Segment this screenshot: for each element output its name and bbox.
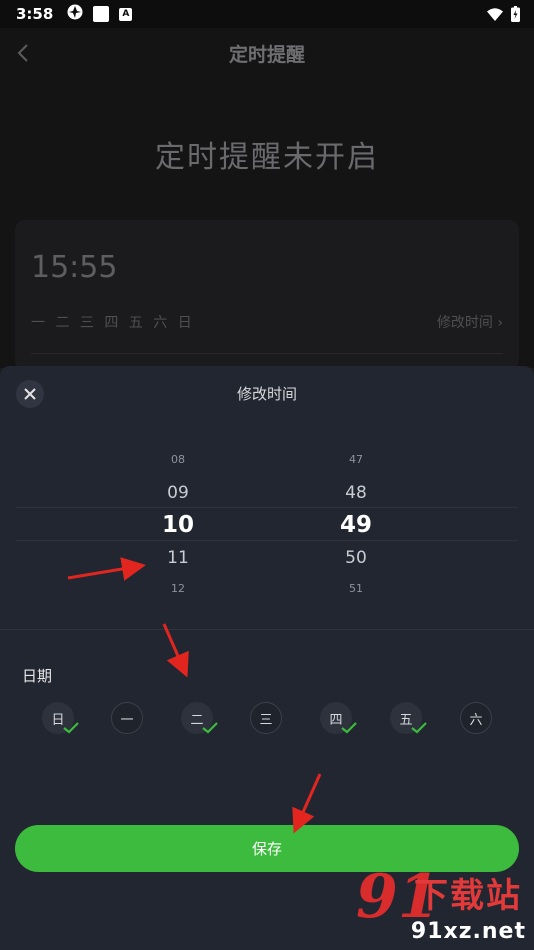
day-toggle-mon[interactable]: 一 <box>111 702 143 734</box>
nav-bar: 定时提醒 <box>0 28 534 78</box>
day-label: 三 <box>259 712 273 728</box>
card-divider <box>31 353 503 354</box>
status-time: 3:58 <box>16 5 54 23</box>
minute-option[interactable]: 48 <box>316 483 396 503</box>
check-icon <box>202 722 218 734</box>
hour-wheel[interactable]: 08 09 10 11 12 <box>138 446 218 596</box>
background-page: 定时提醒 定时提醒未开启 15:55 一 二 三 四 五 六 日 修改时间 › <box>0 28 534 370</box>
wifi-icon <box>487 7 503 25</box>
notification-a-icon: A <box>119 7 133 21</box>
minute-option[interactable]: 47 <box>316 453 396 466</box>
day-label: 一 <box>120 712 134 728</box>
minute-option[interactable]: 51 <box>316 582 396 595</box>
page-title: 定时提醒 <box>228 44 305 66</box>
reminder-days: 一 二 三 四 五 六 日 <box>31 315 195 331</box>
watermark-domain: 91xz.net <box>410 919 526 944</box>
minute-wheel[interactable]: 47 48 49 50 51 <box>316 446 396 596</box>
day-toggle-wed[interactable]: 三 <box>250 702 282 734</box>
day-toggle-tue[interactable]: 二 <box>181 702 218 734</box>
watermark-logo: 91 下载站 91xz.net <box>356 860 526 944</box>
status-bar: 3:58 A <box>0 0 534 28</box>
modify-time-link[interactable]: 修改时间 › <box>437 312 503 332</box>
check-icon <box>63 722 79 734</box>
notification-square-icon <box>93 6 110 22</box>
weekday-selector: 日 一 二 三 四 五 六 <box>0 702 534 734</box>
minute-option[interactable]: 50 <box>316 548 396 568</box>
check-icon <box>341 722 357 734</box>
time-picker: 08 09 10 11 12 47 48 49 50 51 <box>0 446 534 596</box>
watermark-cn: 下载站 <box>414 876 522 916</box>
reminder-card[interactable]: 15:55 一 二 三 四 五 六 日 修改时间 › <box>15 220 519 370</box>
reminder-time: 15:55 <box>31 250 118 285</box>
hour-option[interactable]: 09 <box>138 483 218 503</box>
hour-selected[interactable]: 10 <box>138 512 218 538</box>
picker-selection-line-top <box>16 507 518 508</box>
reminder-status-text: 定时提醒未开启 <box>155 140 379 175</box>
sheet-title: 修改时间 <box>236 385 297 403</box>
day-toggle-sun[interactable]: 日 <box>42 702 79 734</box>
day-toggle-fri[interactable]: 五 <box>390 702 427 734</box>
date-label: 日期 <box>22 667 53 685</box>
day-toggle-sat[interactable]: 六 <box>460 702 492 734</box>
hour-option[interactable]: 08 <box>138 453 218 466</box>
minute-selected[interactable]: 49 <box>316 512 396 538</box>
check-icon <box>411 722 427 734</box>
hour-option[interactable]: 11 <box>138 548 218 568</box>
aperture-icon <box>67 4 83 24</box>
picker-selection-line-bottom <box>16 540 518 541</box>
sheet-divider <box>0 629 534 630</box>
hour-option[interactable]: 12 <box>138 582 218 595</box>
battery-charging-icon <box>511 6 520 26</box>
day-label: 六 <box>469 712 483 728</box>
day-toggle-thu[interactable]: 四 <box>320 702 357 734</box>
